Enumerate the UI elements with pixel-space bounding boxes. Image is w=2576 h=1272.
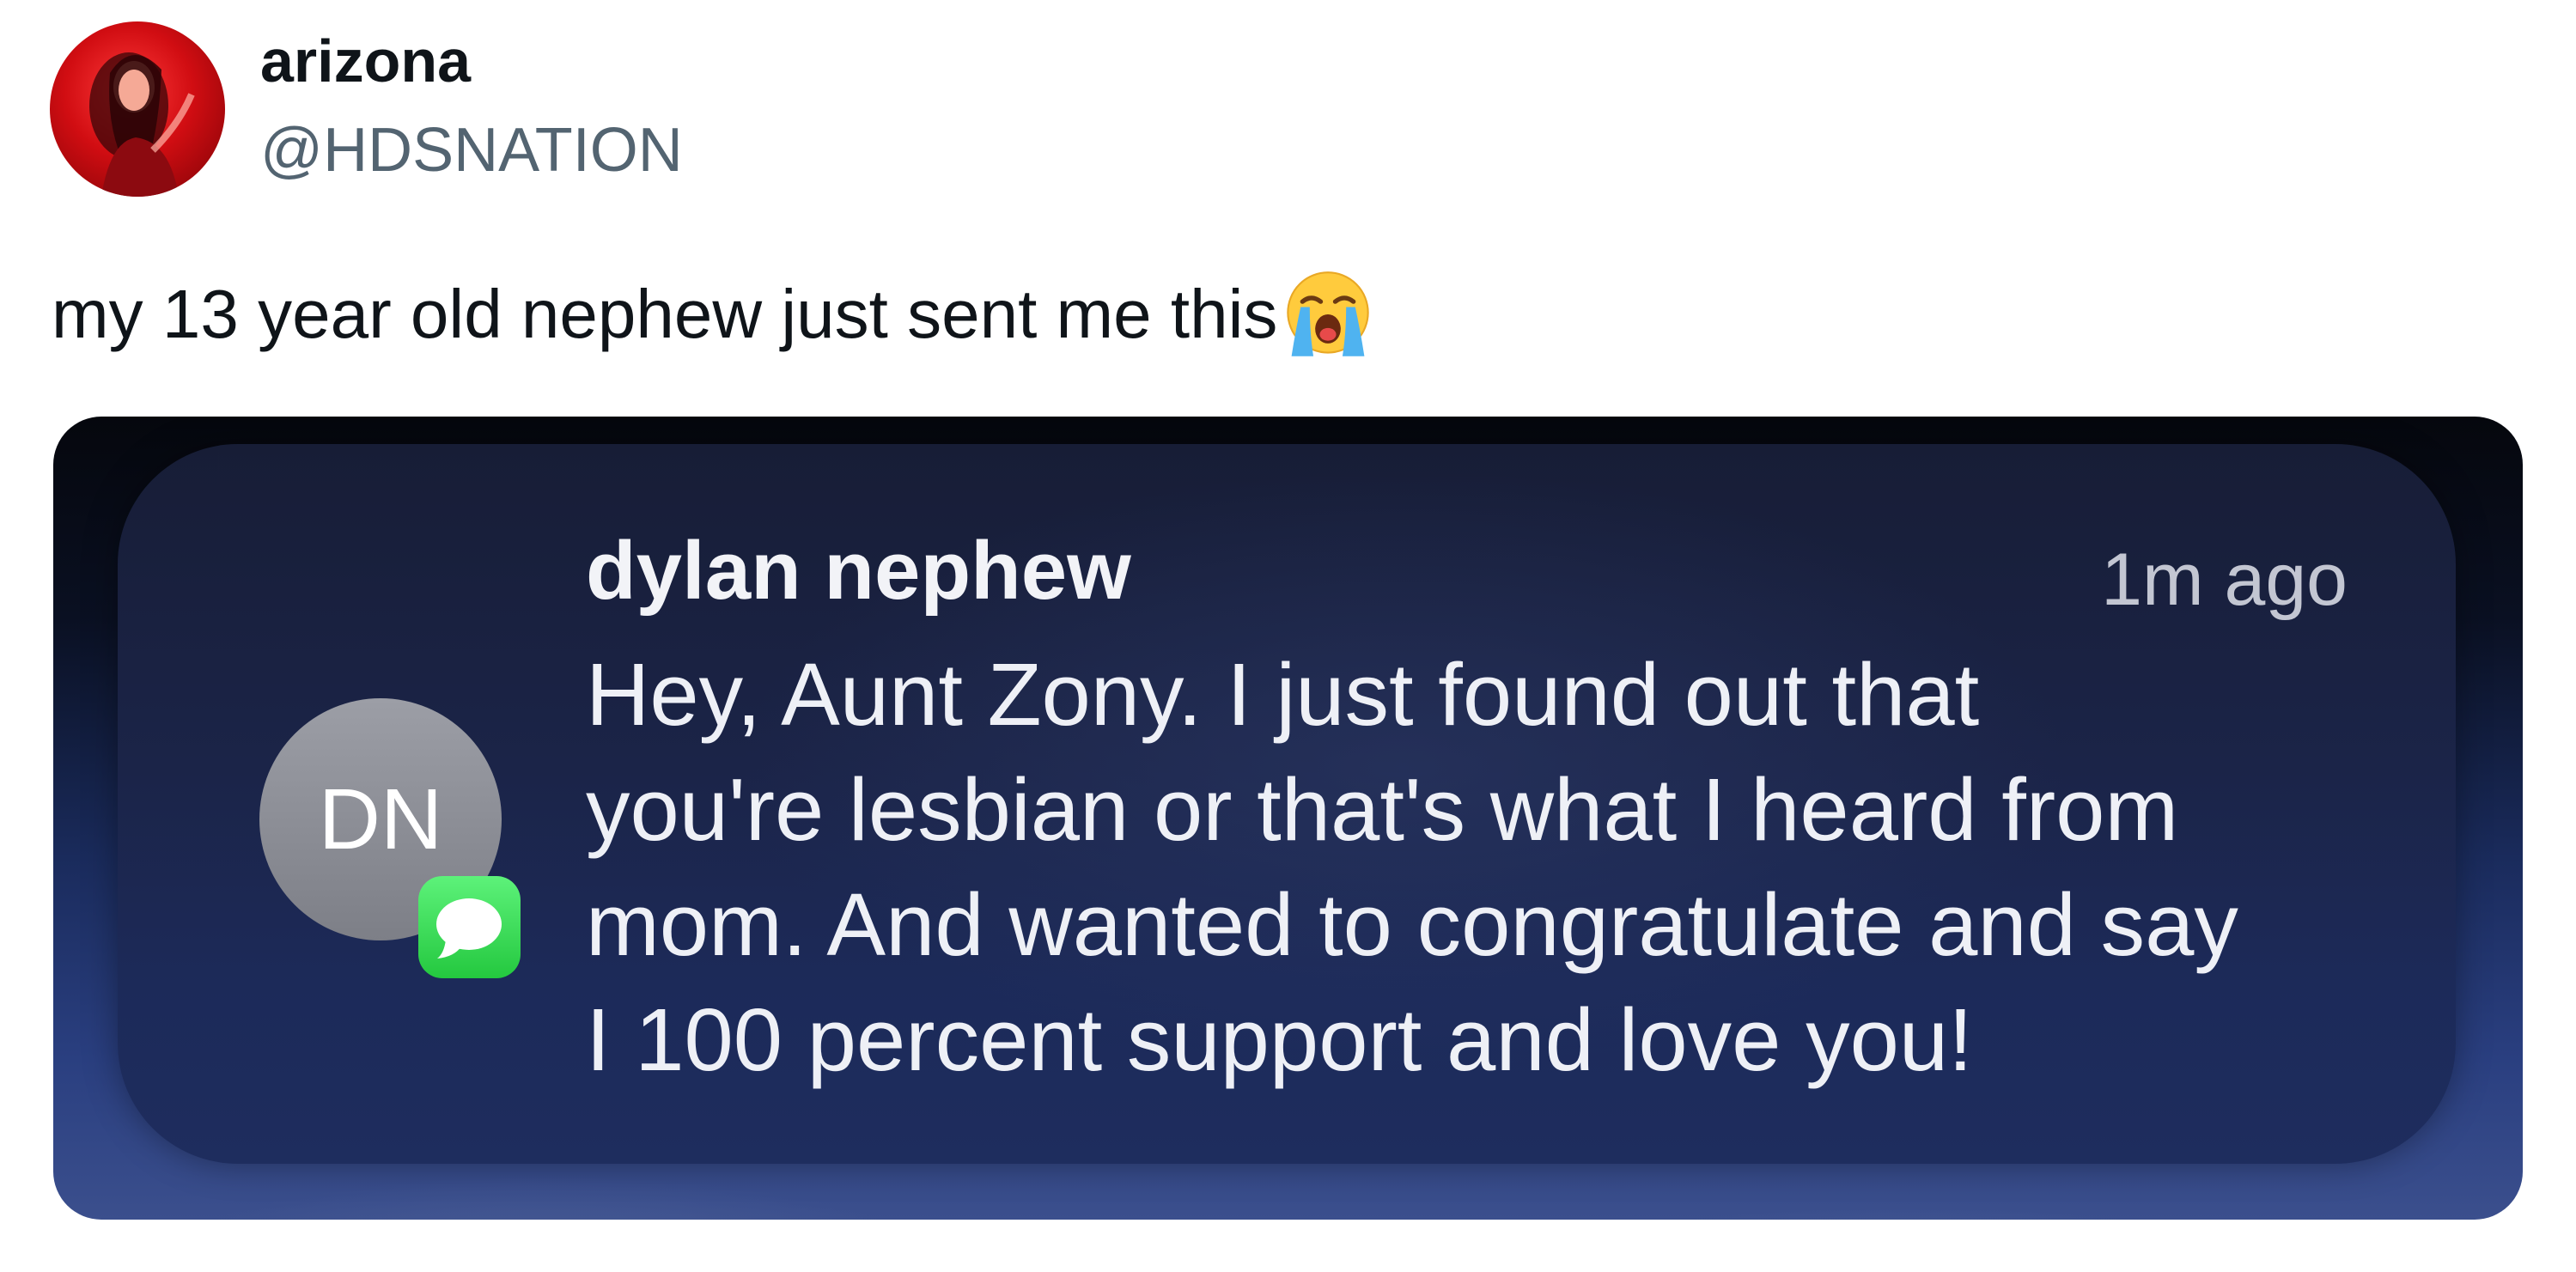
notification-time: 1m ago <box>2101 539 2348 621</box>
notification-card: DN dylan nephew 1m ago Hey, Aunt Zony. I… <box>118 444 2456 1164</box>
author-display-name[interactable]: arizona <box>260 31 471 91</box>
notification-sender: dylan nephew <box>586 525 1131 617</box>
tweet-text-content: my 13 year old nephew just sent me this <box>52 276 1278 352</box>
notification-message: Hey, Aunt Zony. I just found out that yo… <box>586 637 2372 1098</box>
message-line: you're lesbian or that's what I heard fr… <box>586 760 2179 859</box>
profile-avatar[interactable] <box>50 21 225 197</box>
messages-app-icon <box>418 876 521 978</box>
message-line: I 100 percent support and love you! <box>586 990 1973 1089</box>
tweet-media-image[interactable]: DN dylan nephew 1m ago Hey, Aunt Zony. I… <box>53 417 2523 1220</box>
tweet-view: arizona @HDSNATION my 13 year old nephew… <box>0 0 2576 1272</box>
message-line: mom. And wanted to congratulate and say <box>586 875 2238 974</box>
message-line: Hey, Aunt Zony. I just found out that <box>586 645 1980 744</box>
author-handle[interactable]: @HDSNATION <box>260 119 683 181</box>
tweet-text: my 13 year old nephew just sent me this <box>52 269 1373 360</box>
loudly-crying-face-icon <box>1282 269 1373 360</box>
profile-photo-icon <box>89 52 195 197</box>
